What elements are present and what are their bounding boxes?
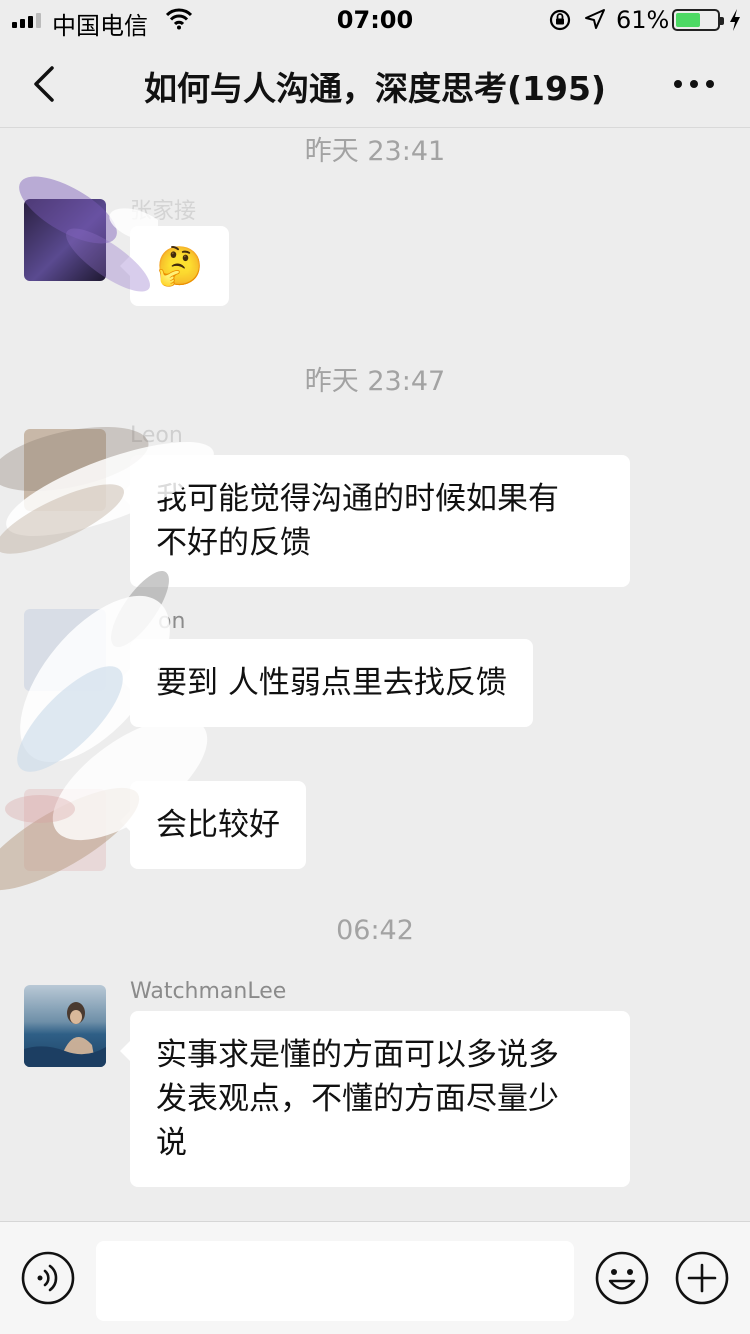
message-bubble[interactable]: 会比较好 <box>120 781 306 869</box>
avatar[interactable] <box>24 985 106 1067</box>
chat-title: 如何与人沟通，深度思考(195) <box>143 69 607 108</box>
status-bar: 中国电信 07:00 61% <box>0 0 750 40</box>
avatar[interactable] <box>24 609 106 691</box>
message-bubble[interactable]: 我可能觉得沟通的时候如果有 不好的反馈 <box>120 455 630 587</box>
message-list[interactable]: 昨天 23:41 张家接 🤔 昨天 23:47 Leon 我可能觉得沟通的时候如… <box>0 129 750 1220</box>
message-text: 实事求是懂的方面可以多说多 发表观点，不懂的方面尽量少 说 <box>156 1037 559 1161</box>
sender-name: 张家接 <box>130 199 197 224</box>
location-arrow-icon <box>585 9 605 29</box>
plus-icon[interactable] <box>674 1250 730 1306</box>
timestamp: 06:42 <box>336 915 414 946</box>
ellipsis-icon[interactable] <box>664 62 724 106</box>
battery-percent: 61% <box>616 6 670 34</box>
avatar-photo <box>24 1002 106 1067</box>
timestamp: 昨天 23:41 <box>304 136 446 167</box>
avatar[interactable] <box>24 429 106 511</box>
chevron-left-icon[interactable] <box>24 62 68 106</box>
timestamp: 昨天 23:47 <box>304 366 446 397</box>
avatar[interactable] <box>24 789 106 871</box>
message-text: 我可能觉得沟通的时候如果有 不好的反馈 <box>156 481 559 561</box>
rotation-lock-icon <box>549 9 571 31</box>
input-bar <box>0 1221 750 1334</box>
sender-name: on <box>158 609 186 634</box>
battery-icon <box>672 9 724 31</box>
emoji-thinking-face: 🤔 <box>156 244 204 288</box>
voice-icon[interactable] <box>20 1250 76 1306</box>
message-text: 要到 人性弱点里去找反馈 <box>156 665 507 701</box>
message-input[interactable] <box>96 1241 574 1321</box>
message-bubble[interactable]: 🤔 <box>119 226 230 306</box>
sender-name: WatchmanLee <box>130 979 287 1004</box>
message-bubble[interactable]: 要到 人性弱点里去找反馈 <box>120 639 533 727</box>
message-text: 会比较好 <box>156 807 280 843</box>
charging-bolt-icon <box>730 9 740 31</box>
sender-name: Leon <box>130 423 183 448</box>
message-bubble[interactable]: 实事求是懂的方面可以多说多 发表观点，不懂的方面尽量少 说 <box>120 1011 630 1187</box>
emoji-icon[interactable] <box>594 1250 650 1306</box>
avatar[interactable] <box>24 199 106 281</box>
nav-bar: 如何与人沟通，深度思考(195) <box>0 40 750 128</box>
